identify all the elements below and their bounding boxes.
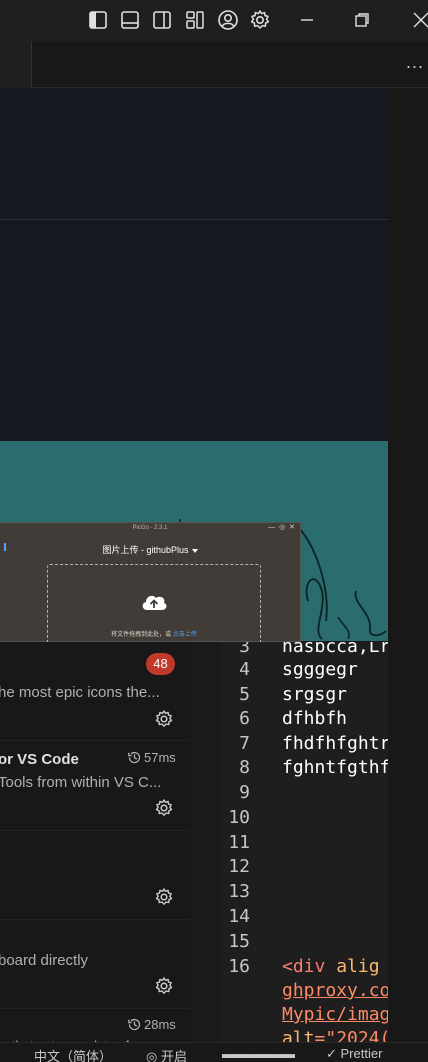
toggle-primary-sidebar-icon[interactable] bbox=[87, 9, 109, 31]
caret-down-icon[interactable] bbox=[191, 548, 198, 553]
code-line[interactable]: fghntfgthf bbox=[282, 757, 388, 778]
toggle-secondary-sidebar-icon[interactable] bbox=[151, 9, 173, 31]
line-number: 6 bbox=[239, 708, 250, 729]
picgo-window: PicGo - 2.3.1 — ◎ ✕ 图片上传 - githubPlus 将文… bbox=[0, 522, 301, 646]
editor-tab-bar: ... bbox=[0, 42, 428, 88]
history-icon bbox=[128, 751, 141, 764]
gear-icon[interactable] bbox=[154, 887, 174, 907]
code-editor[interactable]: 3 nasbcca,Lr 4 sgggegr 5 srgsgr 6 dfhbfh… bbox=[220, 642, 388, 1042]
extension-description: board directly bbox=[0, 952, 89, 969]
manage-gear-icon[interactable] bbox=[249, 9, 271, 31]
line-number: 7 bbox=[239, 733, 250, 754]
extensions-panel: 48 he most epic icons the... or VS Code … bbox=[0, 642, 190, 1053]
status-bar: 中文（简体） ◎ 开启 ▬▬▬▬▬▬ ✓ Prettier bbox=[0, 1042, 428, 1062]
line-number: 12 bbox=[228, 856, 250, 877]
line-number: 11 bbox=[228, 832, 250, 853]
line-number: 3 bbox=[239, 642, 250, 657]
code-line[interactable]: fhdfhfghtr bbox=[282, 733, 388, 754]
extension-title: or VS Code bbox=[0, 751, 79, 768]
line-number: 10 bbox=[228, 807, 250, 828]
status-toggle-label: 开启 bbox=[160, 1049, 187, 1062]
code-wrap-line[interactable]: alt="2024( bbox=[282, 1028, 388, 1042]
picgo-upload-title: 图片上传 - githubPlus bbox=[102, 545, 189, 555]
activation-time-value: 28ms bbox=[144, 1017, 176, 1032]
list-divider bbox=[0, 919, 190, 920]
accounts-icon[interactable] bbox=[217, 9, 239, 31]
divider bbox=[0, 219, 388, 220]
check-double-icon: ✓ bbox=[326, 1046, 341, 1061]
code-line[interactable]: nasbcca,Lr bbox=[282, 642, 388, 657]
status-toggle[interactable]: ◎ 开启 bbox=[146, 1046, 187, 1062]
status-bars-icon[interactable]: ▬▬▬▬▬▬ bbox=[222, 1046, 295, 1061]
picgo-upload-header[interactable]: 图片上传 - githubPlus bbox=[0, 543, 300, 556]
list-divider bbox=[0, 740, 190, 741]
restore-icon[interactable] bbox=[351, 9, 373, 31]
line-number: 15 bbox=[228, 931, 250, 952]
code-line[interactable]: srgsgr bbox=[282, 684, 347, 705]
active-tab[interactable] bbox=[0, 42, 32, 88]
status-prettier-label: Prettier bbox=[340, 1046, 383, 1061]
preview-area bbox=[0, 88, 388, 441]
title-bar bbox=[0, 0, 428, 42]
click-upload-link[interactable]: 点击上传 bbox=[173, 632, 197, 638]
upload-dropzone[interactable]: 将文件拖拽到此处，或 点击上传 bbox=[47, 564, 261, 646]
code-line[interactable]: dfhbfh bbox=[282, 708, 347, 729]
picgo-window-controls[interactable]: — ◎ ✕ bbox=[268, 523, 296, 533]
extension-description: Tools from within VS C... bbox=[0, 774, 162, 791]
customize-layout-icon[interactable] bbox=[184, 9, 206, 31]
line-number: 14 bbox=[228, 906, 250, 927]
attr-value: ="2024( bbox=[314, 1028, 388, 1042]
code-wrap-line[interactable]: ghproxy.co bbox=[282, 980, 388, 1001]
extension-count-badge: 48 bbox=[146, 653, 175, 675]
html-attr: alt bbox=[282, 1028, 315, 1042]
gear-icon[interactable] bbox=[154, 798, 174, 818]
toggle-panel-icon[interactable] bbox=[119, 9, 141, 31]
html-attr: alig bbox=[325, 956, 380, 977]
line-number: 13 bbox=[228, 881, 250, 902]
line-number: 8 bbox=[239, 757, 250, 778]
html-tag: <div bbox=[282, 956, 326, 977]
status-circle-icon: ◎ bbox=[146, 1049, 161, 1062]
list-divider bbox=[0, 1008, 190, 1009]
status-language[interactable]: 中文（简体） bbox=[34, 1046, 112, 1062]
panel-gap bbox=[190, 642, 220, 1042]
activation-time-value: 57ms bbox=[144, 750, 176, 765]
list-divider bbox=[0, 830, 190, 831]
more-actions-button[interactable]: ... bbox=[406, 52, 424, 73]
gear-icon[interactable] bbox=[154, 976, 174, 996]
cloud-upload-icon bbox=[142, 595, 167, 610]
code-wrap-line[interactable]: Mypic/imag bbox=[282, 1004, 388, 1025]
extension-description: he most epic icons the... bbox=[0, 684, 160, 701]
line-number: 5 bbox=[239, 684, 250, 705]
dropzone-text: 将文件拖拽到此处，或 点击上传 bbox=[48, 629, 260, 638]
history-icon bbox=[128, 1018, 141, 1031]
gear-icon[interactable] bbox=[154, 709, 174, 729]
line-number: 4 bbox=[239, 659, 250, 680]
close-icon[interactable] bbox=[410, 9, 428, 31]
minimap-strip bbox=[388, 88, 428, 1042]
line-number: 16 bbox=[228, 956, 250, 977]
minimize-icon[interactable] bbox=[296, 9, 318, 31]
activation-time: 28ms bbox=[127, 1017, 176, 1032]
vscode-window: ... PicGo - 2.3.1 — ◎ ✕ 图片上传 - githubPlu… bbox=[0, 0, 428, 1062]
code-line[interactable]: sgggegr bbox=[282, 659, 358, 680]
status-prettier[interactable]: ✓ Prettier bbox=[326, 1046, 382, 1062]
dropzone-hint: 将文件拖拽到此处，或 bbox=[111, 632, 172, 638]
picgo-title: PicGo - 2.3.1 bbox=[132, 525, 168, 531]
code-line[interactable]: <div alig bbox=[282, 956, 380, 977]
activation-time: 57ms bbox=[127, 750, 176, 765]
line-number: 9 bbox=[239, 782, 250, 803]
